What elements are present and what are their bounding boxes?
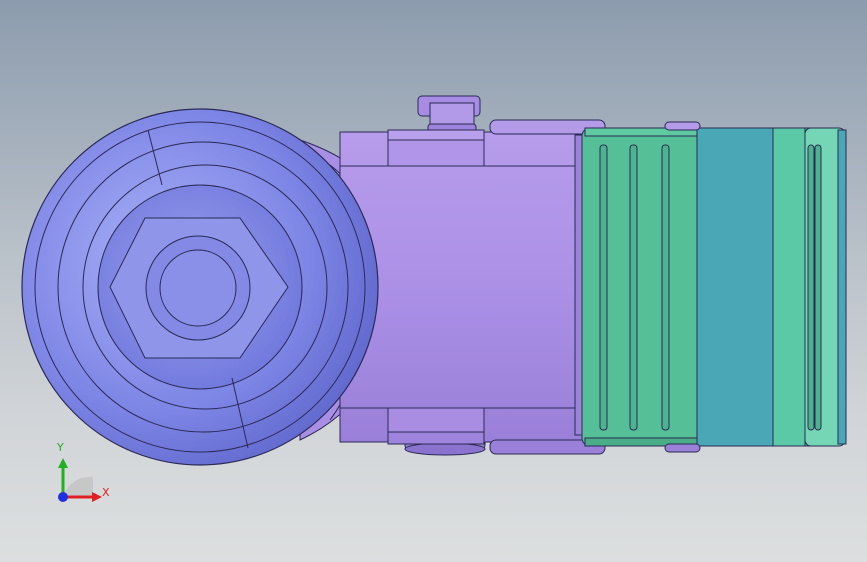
- fork-body[interactable]: [339, 119, 606, 455]
- graphics-viewport[interactable]: X Y: [0, 0, 867, 562]
- caster-model[interactable]: [0, 0, 867, 562]
- coordinate-triad: [58, 458, 102, 502]
- axis-y-label: Y: [57, 441, 64, 454]
- top-bolt[interactable]: [417, 95, 481, 135]
- brake-guard[interactable]: [581, 121, 847, 453]
- axis-x-label: X: [102, 486, 110, 499]
